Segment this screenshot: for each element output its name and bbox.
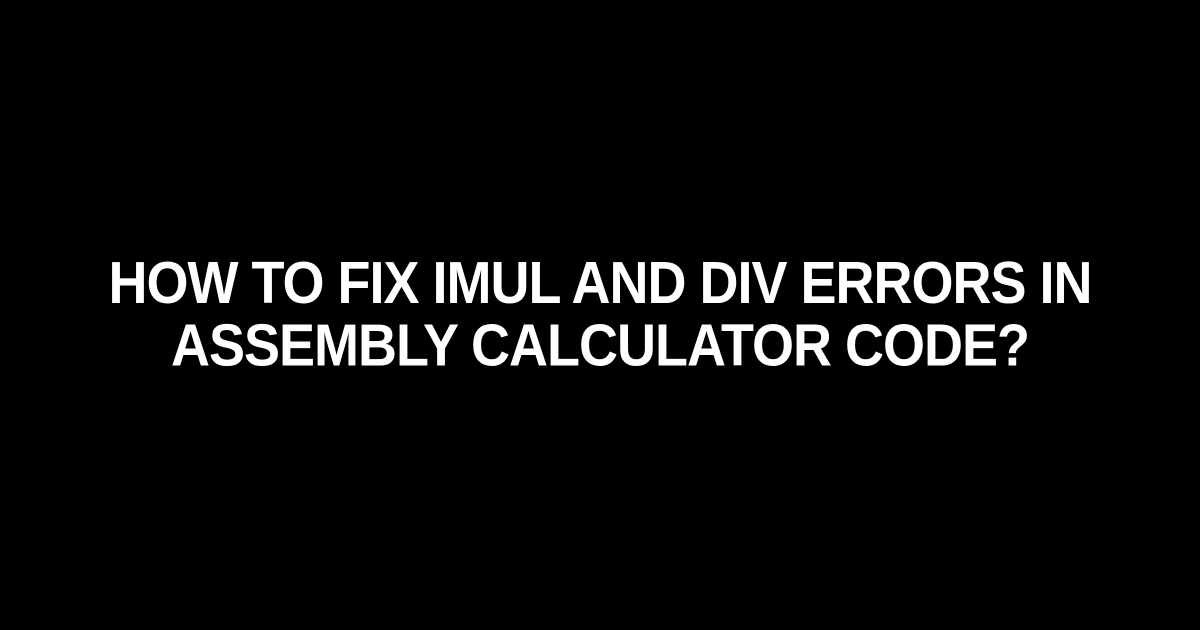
- page-title: HOW TO FIX IMUL AND DIV ERRORS IN ASSEMB…: [0, 253, 1200, 378]
